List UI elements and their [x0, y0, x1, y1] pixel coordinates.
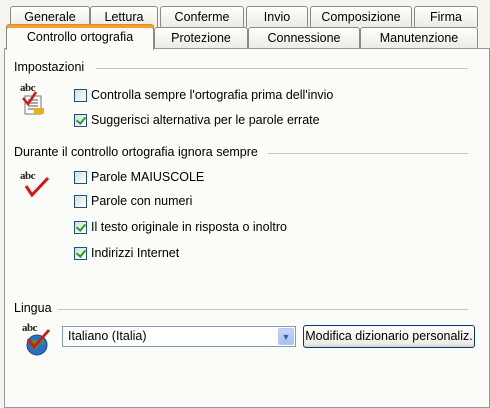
checkbox-row-suggerisci[interactable]: Suggerisci alternativa per le parole err…	[74, 112, 320, 128]
tab-protezione[interactable]: Protezione	[154, 27, 248, 48]
checkbox-indirizzi-internet[interactable]	[74, 246, 87, 260]
checkbox-label: Parole MAIUSCOLE	[91, 170, 205, 184]
checkbox-label: Suggerisci alternativa per le parole err…	[91, 113, 320, 127]
tab-conferme[interactable]: Conferme	[160, 6, 244, 27]
checkbox-label: Controlla sempre l'ortografia prima dell…	[91, 88, 334, 102]
language-select[interactable]: Italiano (Italia) ▼	[62, 326, 296, 347]
chevron-down-icon[interactable]: ▼	[278, 328, 294, 345]
checkbox-testo-originale[interactable]	[74, 220, 87, 234]
checkbox-label: Parole con numeri	[91, 194, 193, 208]
group-divider	[268, 153, 468, 154]
tab-connessione[interactable]: Connessione	[248, 27, 360, 48]
group-title-ignora: Durante il controllo ortografia ignora s…	[14, 145, 258, 159]
abc-document-icon: abc	[20, 82, 48, 118]
tab-row-front: Controllo ortografia Protezione Connessi…	[0, 24, 490, 50]
checkbox-label: Indirizzi Internet	[91, 246, 180, 260]
language-select-value: Italiano (Italia)	[68, 329, 147, 343]
group-divider	[96, 68, 468, 69]
tab-manutenzione[interactable]: Manutenzione	[360, 27, 478, 48]
checkbox-label: Il testo originale in risposta o inoltro	[91, 220, 287, 234]
tab-controllo-ortografia[interactable]: Controllo ortografia	[6, 24, 154, 50]
checkbox-row-testo-originale[interactable]: Il testo originale in risposta o inoltro	[74, 219, 287, 235]
edit-dictionary-button[interactable]: Modifica dizionario personaliz.	[303, 325, 475, 348]
tab-invio[interactable]: Invio	[246, 6, 308, 27]
checkbox-row-maiuscole[interactable]: Parole MAIUSCOLE	[74, 169, 204, 185]
checkbox-row-controlla[interactable]: Controlla sempre l'ortografia prima dell…	[74, 87, 333, 103]
checkbox-parole-maiuscole[interactable]	[74, 170, 87, 184]
tab-composizione[interactable]: Composizione	[310, 6, 412, 27]
checkbox-row-indirizzi[interactable]: Indirizzi Internet	[74, 245, 179, 261]
group-title-lingua: Lingua	[14, 301, 52, 315]
group-divider	[58, 309, 468, 310]
tab-firma[interactable]: Firma	[414, 6, 478, 27]
checkbox-row-numeri[interactable]: Parole con numeri	[74, 193, 192, 209]
abc-globe-icon: abc	[22, 322, 54, 358]
checkbox-parole-numeri[interactable]	[74, 194, 87, 208]
checkbox-controlla-ortografia[interactable]	[74, 88, 87, 102]
group-title-impostazioni: Impostazioni	[14, 60, 85, 74]
checkbox-suggerisci-alternativa[interactable]	[74, 113, 87, 127]
abc-checkmark-icon: abc	[20, 170, 52, 200]
